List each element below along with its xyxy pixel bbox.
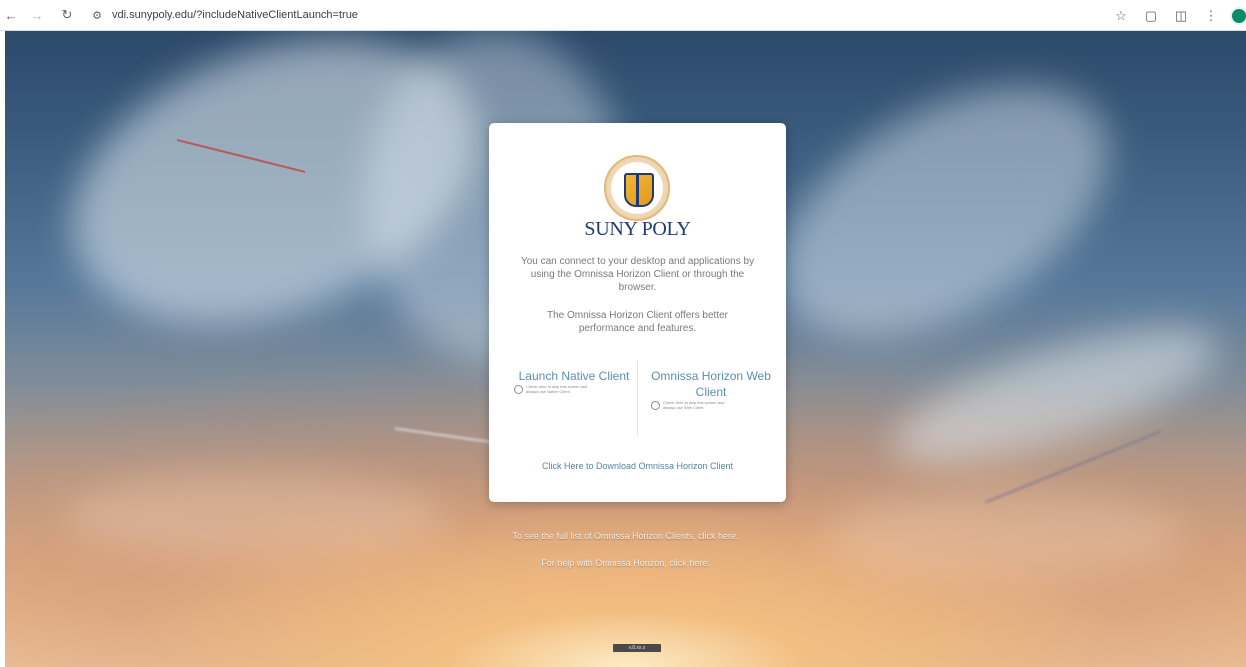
native-client-option: Launch Native Client Check here to skip … [514, 368, 634, 394]
web-client-option: Omnissa Horizon Web Client Check here to… [651, 368, 771, 410]
web-client-remember-label: Check here to skip this screen and alway… [663, 400, 725, 410]
native-client-remember-label: Check here to skip this screen and alway… [526, 384, 588, 394]
web-client-link[interactable]: Omnissa Horizon Web Client [651, 368, 771, 400]
intro-text: You can connect to your desktop and appl… [520, 256, 755, 293]
cloud [739, 34, 1151, 388]
launch-native-client-link[interactable]: Launch Native Client [514, 368, 634, 384]
native-client-remember-radio[interactable] [514, 385, 523, 394]
option-divider [637, 361, 638, 435]
full-client-list-link[interactable]: To see the full list of Omnissa Horizon … [5, 531, 1246, 541]
performance-text: The Omnissa Horizon Client offers better… [546, 310, 728, 334]
kebab-menu-icon[interactable]: ⋮ [1202, 7, 1220, 25]
page-background: SUNY POLY You can connect to your deskto… [5, 31, 1246, 667]
reload-icon[interactable]: ↻ [58, 6, 76, 24]
help-link[interactable]: For help with Omnissa Horizon, click her… [5, 558, 1246, 568]
web-client-remember-row: Check here to skip this screen and alway… [651, 400, 771, 410]
cloud [65, 471, 445, 561]
login-card: SUNY POLY You can connect to your deskto… [489, 123, 786, 502]
web-client-remember-radio[interactable] [651, 401, 660, 410]
version-badge: v.8.xx.x [613, 644, 661, 652]
star-icon[interactable]: ☆ [1112, 7, 1130, 25]
split-screen-icon[interactable]: ◫ [1172, 7, 1190, 25]
browser-actions: ☆ ▢ ◫ ⋮ [1112, 0, 1246, 31]
download-client-link[interactable]: Click Here to Download Omnissa Horizon C… [489, 461, 786, 471]
browser-toolbar: ← → ↻ ⚙ vdi.sunypoly.edu/?includeNativeC… [0, 0, 1246, 31]
brand-name: SUNY POLY [584, 218, 691, 240]
puzzle-icon[interactable]: ▢ [1142, 7, 1160, 25]
suny-poly-seal-logo [604, 155, 670, 221]
profile-avatar[interactable] [1232, 8, 1246, 23]
shield-icon [624, 173, 654, 207]
forward-arrow-icon[interactable]: → [28, 6, 46, 24]
address-bar[interactable]: vdi.sunypoly.edu/?includeNativeClientLau… [112, 9, 358, 21]
site-settings-icon[interactable]: ⚙ [88, 6, 106, 24]
cloud [879, 300, 1231, 492]
native-client-remember-row: Check here to skip this screen and alway… [514, 384, 634, 394]
back-arrow-icon[interactable]: ← [2, 6, 20, 24]
